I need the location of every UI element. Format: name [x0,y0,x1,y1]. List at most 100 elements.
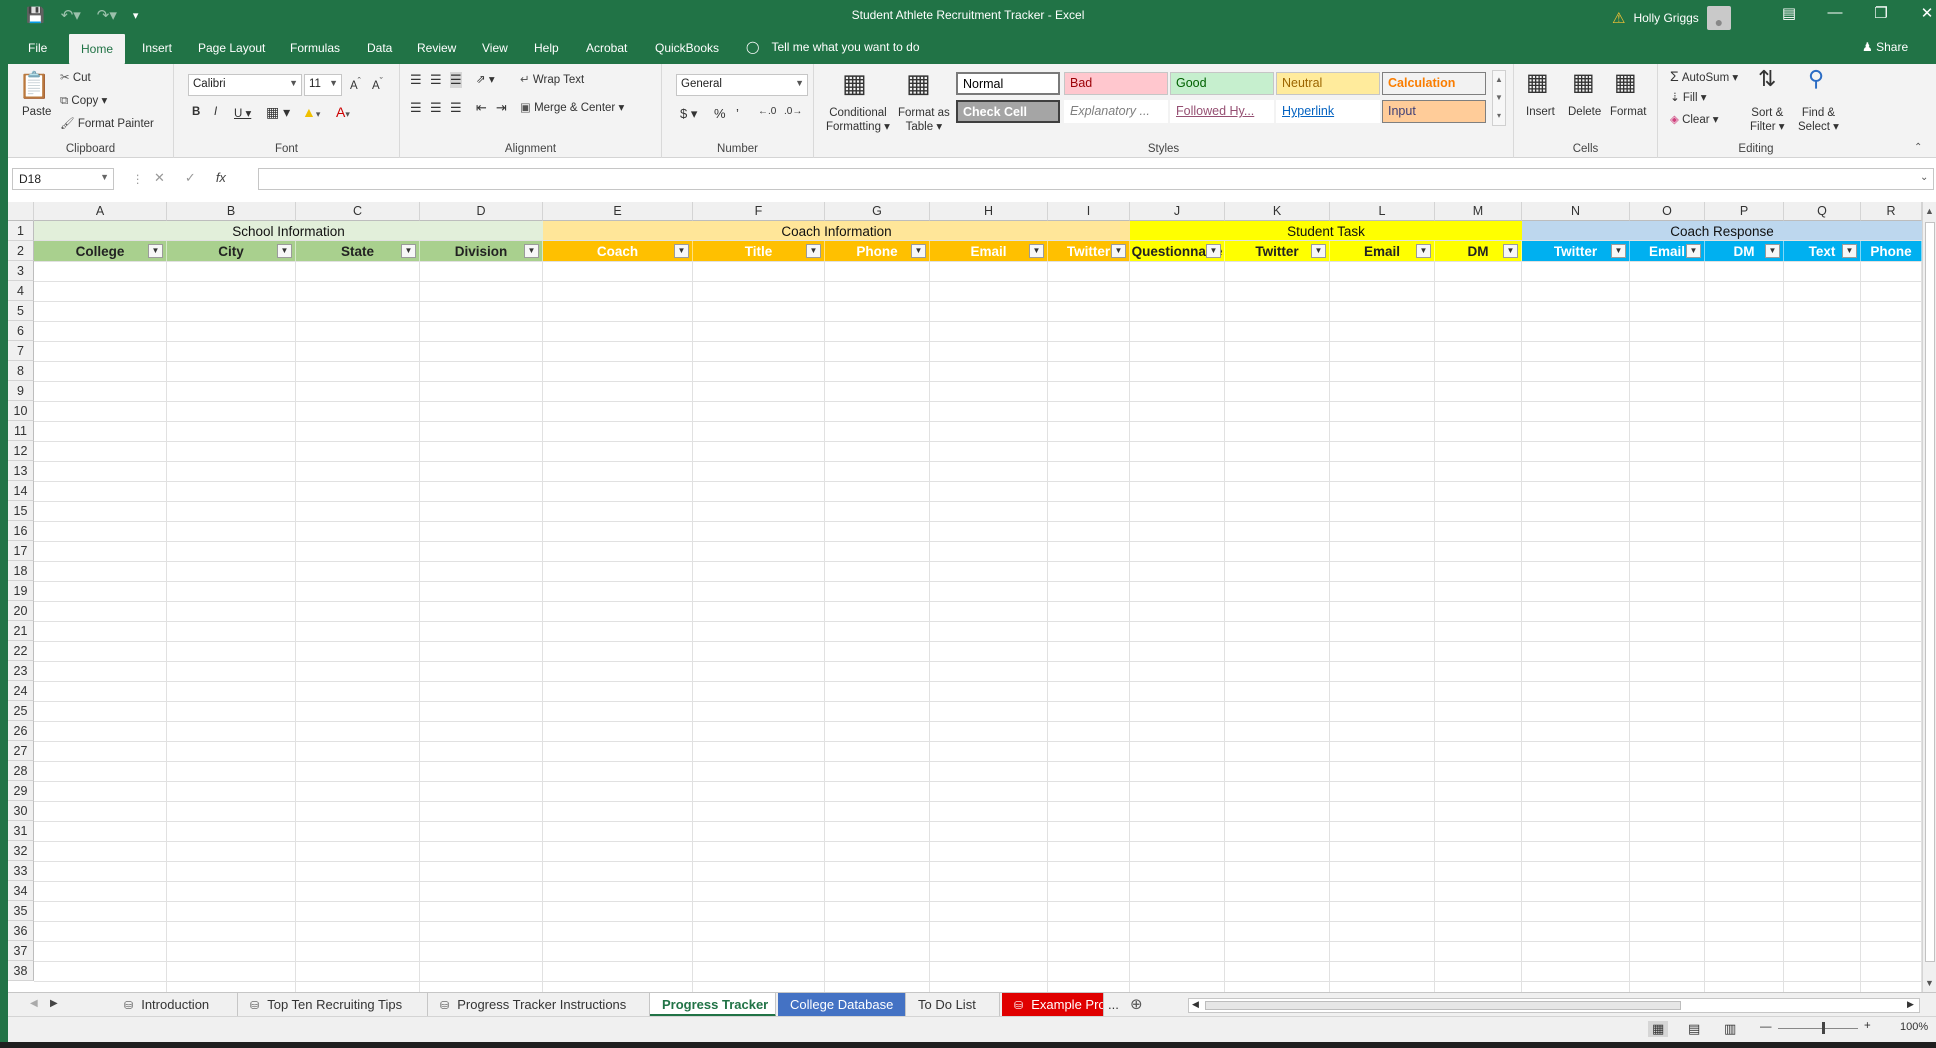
row-header-24[interactable]: 24 [8,681,34,701]
row-header-34[interactable]: 34 [8,881,34,901]
middle-align-icon[interactable]: ☰ [430,72,442,88]
tab-page-layout[interactable]: Page Layout [198,41,265,55]
search-icon[interactable]: ⚲ [1808,66,1824,92]
row-header-8[interactable]: 8 [8,361,34,381]
zoom-in-icon[interactable]: + [1864,1020,1871,1032]
row-header-12[interactable]: 12 [8,441,34,461]
filter-dropdown-icon[interactable]: ▼ [1111,244,1126,258]
prev-sheet-icon[interactable]: ◀ [30,998,38,1009]
style-bad[interactable]: Bad [1064,72,1168,95]
tab-data[interactable]: Data [367,41,392,55]
close-icon[interactable]: ✕ [1904,4,1936,22]
align-center-icon[interactable]: ☰ [430,100,442,116]
paste-button[interactable]: Paste [22,106,51,118]
filter-dropdown-icon[interactable]: ▼ [1416,244,1431,258]
top-align-icon[interactable]: ☰ [410,72,422,88]
style-hyperlink[interactable]: Hyperlink [1276,100,1380,123]
row-header-38[interactable]: 38 [8,961,34,981]
column-header-l[interactable]: L [1330,202,1435,221]
format-as-table-icon[interactable]: ▦ [906,68,931,99]
sheet-tab-progress-tracker[interactable]: Progress Tracker [650,993,776,1017]
group-header[interactable]: School Information [34,221,543,241]
tab-quickbooks[interactable]: QuickBooks [655,41,719,55]
decrease-font-icon[interactable]: Aˇ [372,76,383,92]
row-header-19[interactable]: 19 [8,581,34,601]
user-account[interactable]: ⚠ Holly Griggs ● [1612,6,1731,30]
ribbon-display-icon[interactable]: ▤ [1766,4,1812,22]
merge-center-button[interactable]: ▣ Merge & Center ▾ [520,100,624,114]
row-header-16[interactable]: 16 [8,521,34,541]
format-painter-button[interactable]: 🖌 Format Painter [60,116,154,130]
row-header-9[interactable]: 9 [8,381,34,401]
warning-icon[interactable]: ⚠ [1612,9,1625,27]
font-size-select[interactable]: 11 ▼ [304,74,342,96]
format-cells-icon[interactable]: ▦ [1614,68,1637,97]
zoom-slider[interactable] [1778,1028,1858,1029]
row-header-6[interactable]: 6 [8,321,34,341]
table-header-cell[interactable]: Email ▼ [930,241,1048,261]
sort-filter-icon[interactable]: ⇅ [1758,66,1776,92]
filter-dropdown-icon[interactable]: ▼ [674,244,689,258]
column-header-q[interactable]: Q [1784,202,1861,221]
table-header-cell[interactable]: Questionnaire ▼ [1130,241,1225,261]
share-button[interactable]: ♟ Share [1862,40,1908,54]
table-header-cell[interactable]: DM ▼ [1705,241,1784,261]
collapse-ribbon-icon[interactable]: ⌃ [1914,142,1922,153]
style-explanatory[interactable]: Explanatory ... [1064,100,1168,123]
table-header-cell[interactable]: Email ▼ [1630,241,1705,261]
tab-insert[interactable]: Insert [142,41,172,55]
add-sheet-icon[interactable]: ⊕ [1130,995,1143,1013]
filter-dropdown-icon[interactable]: ▼ [148,244,163,258]
column-header-c[interactable]: C [296,202,420,221]
row-header-3[interactable]: 3 [8,261,34,281]
row-header-10[interactable]: 10 [8,401,34,421]
tab-file[interactable]: File [28,41,47,55]
column-header-k[interactable]: K [1225,202,1330,221]
filter-dropdown-icon[interactable]: ▼ [1842,244,1857,258]
column-header-g[interactable]: G [825,202,930,221]
row-header-14[interactable]: 14 [8,481,34,501]
column-header-p[interactable]: P [1705,202,1784,221]
expand-formula-icon[interactable]: ⌄ [1920,172,1928,183]
insert-button[interactable]: Insert [1526,106,1555,118]
borders-icon[interactable]: ▦ ▾ [266,104,290,121]
style-normal[interactable]: Normal [956,72,1060,95]
filter-dropdown-icon[interactable]: ▼ [1029,244,1044,258]
row-header-25[interactable]: 25 [8,701,34,721]
row-header-17[interactable]: 17 [8,541,34,561]
filter-dropdown-icon[interactable]: ▼ [524,244,539,258]
style-neutral[interactable]: Neutral [1276,72,1380,95]
table-header-cell[interactable]: Phone [1861,241,1922,261]
increase-font-icon[interactable]: Aˆ [350,76,361,92]
table-header-cell[interactable]: Twitter ▼ [1225,241,1330,261]
table-header-cell[interactable]: Text ▼ [1784,241,1861,261]
font-color-icon[interactable]: A▾ [336,104,350,120]
row-header-30[interactable]: 30 [8,801,34,821]
column-header-d[interactable]: D [420,202,543,221]
row-header-20[interactable]: 20 [8,601,34,621]
zoom-slider-thumb[interactable] [1822,1022,1825,1034]
sheet-tab-example[interactable]: ⛁ Example Pro [1002,993,1104,1017]
page-layout-view-icon[interactable]: ▤ [1688,1021,1700,1037]
row-header-1[interactable]: 1 [8,221,34,241]
row-header-7[interactable]: 7 [8,341,34,361]
avatar[interactable]: ● [1706,6,1731,30]
restore-icon[interactable]: ❐ [1858,4,1904,22]
format-as-table-button[interactable]: Format as Table ▾ [898,106,950,134]
style-calculation[interactable]: Calculation [1382,72,1486,95]
row-header-21[interactable]: 21 [8,621,34,641]
group-header[interactable]: Coach Information [543,221,1130,241]
table-header-cell[interactable]: Division ▼ [420,241,543,261]
worksheet[interactable]: ABCDEFGHIJKLMNOPQR 1 2 3 4 5 6 7 8 9 10 11 12 13 14 15… [8,202,1936,992]
zoom-level[interactable]: 100% [1900,1021,1928,1033]
column-header-n[interactable]: N [1522,202,1630,221]
row-header-31[interactable]: 31 [8,821,34,841]
page-break-view-icon[interactable]: ▥ [1724,1021,1736,1037]
increase-decimal-icon[interactable]: ←.0 [758,106,776,117]
row-header-26[interactable]: 26 [8,721,34,741]
filter-dropdown-icon[interactable]: ▼ [1311,244,1326,258]
row-header-4[interactable]: 4 [8,281,34,301]
cell-grid[interactable] [34,221,1922,992]
indent-increase-icon[interactable]: ⇥ [496,100,507,116]
style-check-cell[interactable]: Check Cell [956,100,1060,123]
